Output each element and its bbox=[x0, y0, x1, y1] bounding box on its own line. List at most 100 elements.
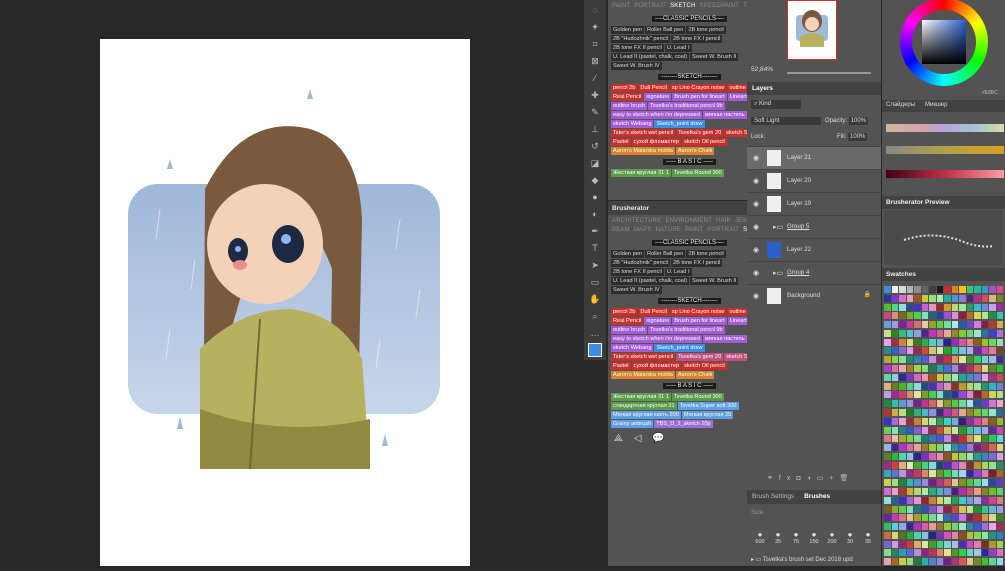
swatch[interactable] bbox=[914, 400, 921, 408]
swatch[interactable] bbox=[929, 321, 936, 329]
swatch[interactable] bbox=[996, 417, 1003, 425]
swatch[interactable] bbox=[906, 558, 913, 566]
swatch[interactable] bbox=[936, 470, 943, 478]
swatch[interactable] bbox=[891, 514, 898, 522]
swatch[interactable] bbox=[914, 558, 921, 566]
zoom-slider[interactable] bbox=[787, 72, 871, 74]
swatch[interactable] bbox=[959, 461, 966, 469]
swatch[interactable] bbox=[936, 400, 943, 408]
swatch[interactable] bbox=[884, 426, 891, 434]
swatch[interactable] bbox=[981, 514, 988, 522]
swatch[interactable] bbox=[936, 461, 943, 469]
swatch[interactable] bbox=[914, 426, 921, 434]
swatch[interactable] bbox=[936, 373, 943, 381]
swatch[interactable] bbox=[899, 505, 906, 513]
swatch[interactable] bbox=[921, 294, 928, 302]
swatch[interactable] bbox=[914, 444, 921, 452]
swatch[interactable] bbox=[891, 356, 898, 364]
swatch[interactable] bbox=[966, 505, 973, 513]
swatch[interactable] bbox=[944, 523, 951, 531]
swatch[interactable] bbox=[906, 452, 913, 460]
swatch[interactable] bbox=[899, 312, 906, 320]
swatch[interactable] bbox=[906, 312, 913, 320]
swatch[interactable] bbox=[959, 523, 966, 531]
swatch[interactable] bbox=[921, 523, 928, 531]
swatch[interactable] bbox=[921, 356, 928, 364]
swatch[interactable] bbox=[951, 294, 958, 302]
swatch[interactable] bbox=[959, 321, 966, 329]
swatch[interactable] bbox=[974, 505, 981, 513]
swatch[interactable] bbox=[951, 435, 958, 443]
brush-tag[interactable]: Tster's sketch wet pencil bbox=[611, 129, 676, 137]
new-layer-icon[interactable]: + bbox=[829, 475, 839, 482]
swatch[interactable] bbox=[906, 294, 913, 302]
swatch[interactable] bbox=[906, 303, 913, 311]
swatch[interactable] bbox=[974, 487, 981, 495]
paint-bucket-icon[interactable]: ◆ bbox=[588, 173, 602, 187]
swatch[interactable] bbox=[996, 452, 1003, 460]
swatch[interactable] bbox=[944, 417, 951, 425]
swatch[interactable] bbox=[906, 514, 913, 522]
brush-tag[interactable]: Мягкая круглая кисть 200 bbox=[611, 411, 681, 419]
swatch[interactable] bbox=[966, 496, 973, 504]
swatch[interactable] bbox=[929, 400, 936, 408]
swatch[interactable] bbox=[884, 514, 891, 522]
brush-tag[interactable]: Dull Pencil bbox=[638, 84, 669, 92]
swatch[interactable] bbox=[989, 338, 996, 346]
swatch[interactable] bbox=[981, 373, 988, 381]
brush-tag[interactable]: Sweet W. Brush II bbox=[690, 53, 739, 61]
swatch[interactable] bbox=[936, 303, 943, 311]
type-tool-icon[interactable]: T bbox=[588, 241, 602, 255]
swatch[interactable] bbox=[996, 321, 1003, 329]
swatch[interactable] bbox=[936, 391, 943, 399]
swatch[interactable] bbox=[899, 531, 906, 539]
swatch[interactable] bbox=[914, 435, 921, 443]
more-tools-icon[interactable]: … bbox=[588, 326, 602, 340]
swatch[interactable] bbox=[929, 408, 936, 416]
brush-tag[interactable]: 2B tone pencil bbox=[686, 250, 726, 258]
swatch[interactable] bbox=[921, 426, 928, 434]
swatch[interactable] bbox=[996, 479, 1003, 487]
swatch[interactable] bbox=[906, 286, 913, 293]
swatch[interactable] bbox=[921, 452, 928, 460]
swatch[interactable] bbox=[906, 408, 913, 416]
swatch[interactable] bbox=[974, 435, 981, 443]
stamp-tool-icon[interactable]: ⊥ bbox=[588, 122, 602, 136]
swatch[interactable] bbox=[914, 329, 921, 337]
swatch[interactable] bbox=[936, 514, 943, 522]
category-link[interactable]: PAINT bbox=[685, 227, 703, 233]
swatch[interactable] bbox=[936, 347, 943, 355]
swatch[interactable] bbox=[996, 303, 1003, 311]
swatch[interactable] bbox=[921, 321, 928, 329]
layer-row[interactable]: ◉ ▸▭ Group 4 bbox=[747, 261, 881, 284]
swatch[interactable] bbox=[944, 400, 951, 408]
swatch[interactable] bbox=[906, 321, 913, 329]
swatch[interactable] bbox=[899, 470, 906, 478]
brush-tag[interactable]: pencil 2b bbox=[611, 84, 638, 92]
swatch[interactable] bbox=[899, 373, 906, 381]
swatch[interactable] bbox=[899, 365, 906, 373]
swatch[interactable] bbox=[974, 294, 981, 302]
swatch[interactable] bbox=[996, 470, 1003, 478]
brush-tag[interactable]: sketch Oil pencil bbox=[682, 138, 727, 146]
swatch[interactable] bbox=[936, 558, 943, 566]
swatch[interactable] bbox=[914, 487, 921, 495]
brush-tag[interactable]: Aaron's Malarska molda bbox=[611, 147, 675, 155]
brush-tag[interactable]: Golden pen bbox=[611, 250, 644, 258]
swatch[interactable] bbox=[989, 461, 996, 469]
swatch[interactable] bbox=[951, 417, 958, 425]
brush-preset[interactable]: ● 35 bbox=[859, 530, 877, 545]
swatch[interactable] bbox=[929, 417, 936, 425]
swatch[interactable] bbox=[989, 365, 996, 373]
swatch[interactable] bbox=[989, 303, 996, 311]
swatch[interactable] bbox=[974, 461, 981, 469]
swatch[interactable] bbox=[884, 356, 891, 364]
swatch[interactable] bbox=[951, 470, 958, 478]
swatch[interactable] bbox=[966, 347, 973, 355]
swatch[interactable] bbox=[884, 312, 891, 320]
brush-set-folder[interactable]: ▸ ▭ Tsvetka's brush set Dec 2018 upd bbox=[751, 556, 853, 563]
swatch[interactable] bbox=[989, 312, 996, 320]
blend-mode-select[interactable]: Soft Light bbox=[751, 117, 821, 125]
swatch[interactable] bbox=[981, 286, 988, 293]
swatch[interactable] bbox=[884, 470, 891, 478]
